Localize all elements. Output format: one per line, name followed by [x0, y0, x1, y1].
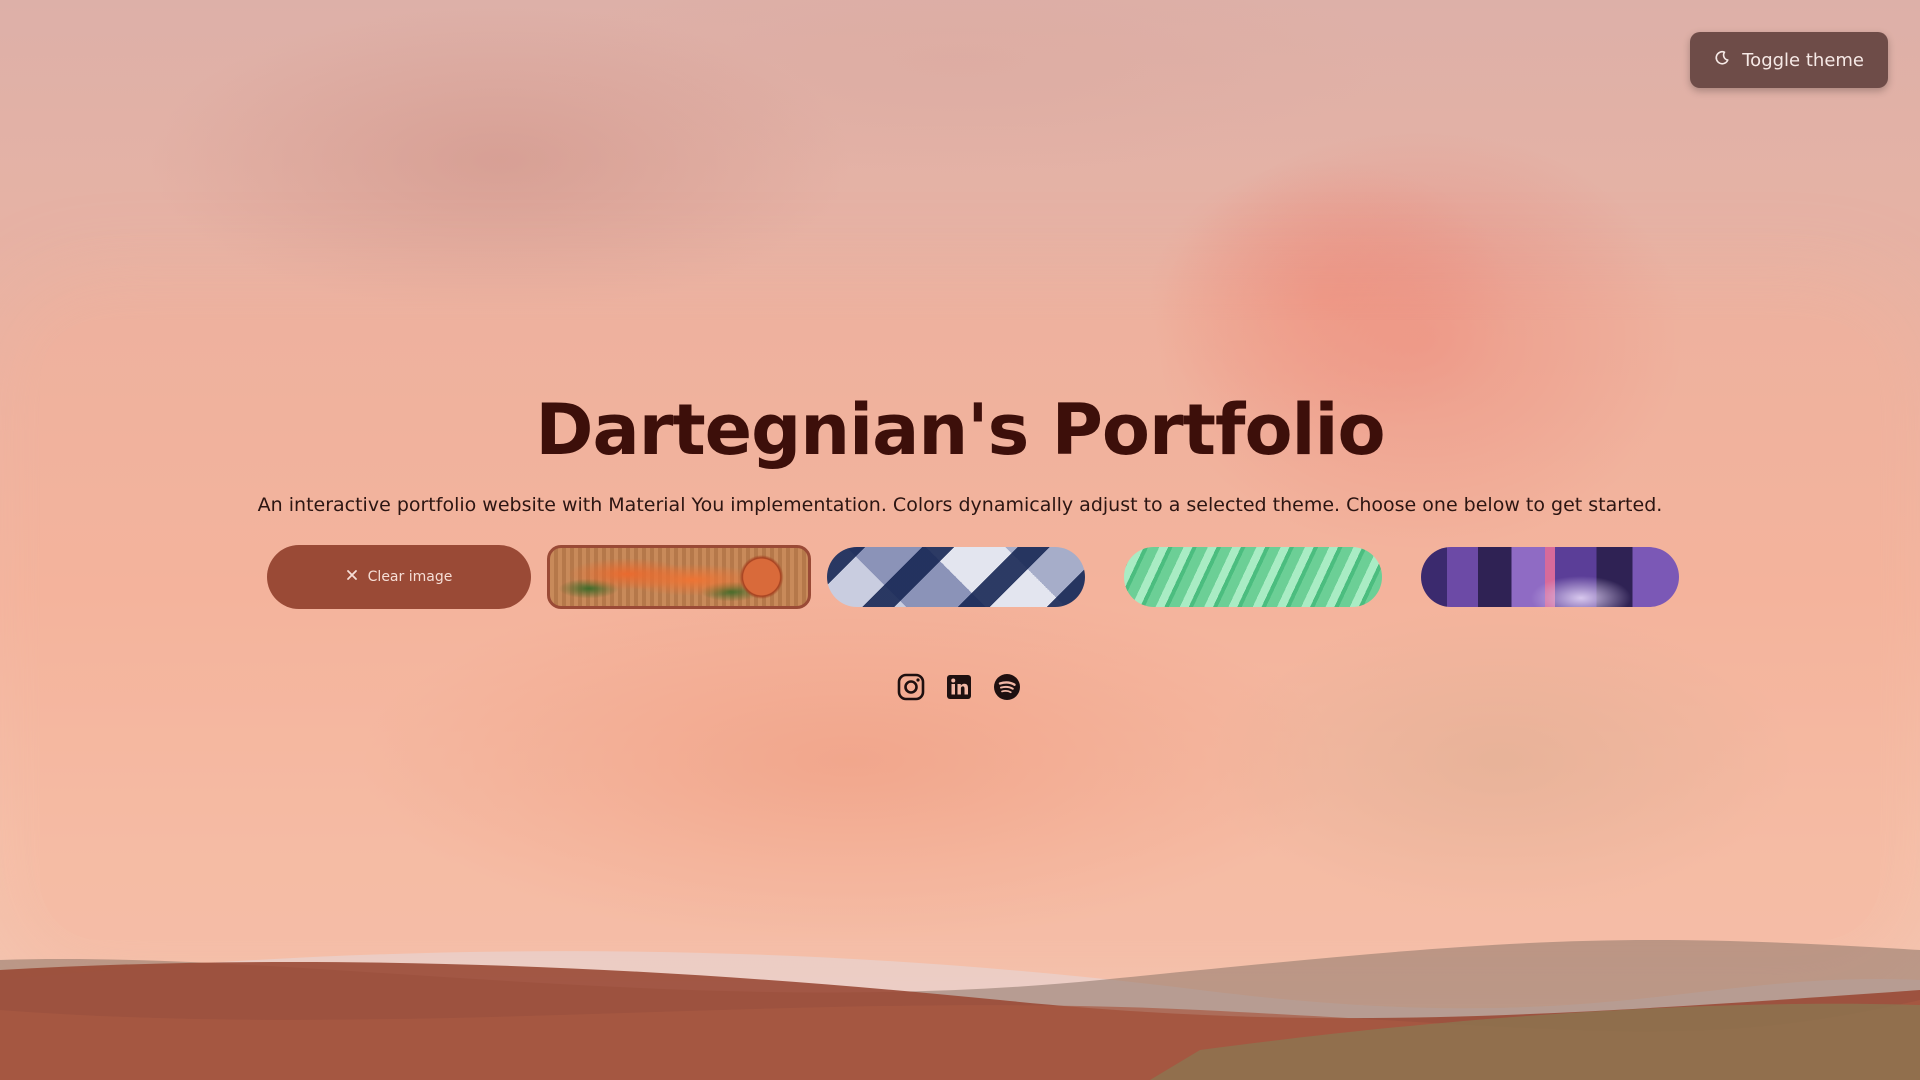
- salmon-food-image[interactable]: [547, 545, 811, 609]
- clear-image-label: Clear image: [367, 569, 453, 585]
- toggle-theme-button[interactable]: Toggle theme: [1690, 32, 1888, 88]
- background-image: [0, 0, 1920, 1080]
- social-links: [896, 672, 1022, 702]
- purple-room-image[interactable]: [1421, 547, 1679, 607]
- linkedin-icon[interactable]: [944, 672, 974, 702]
- spotify-icon[interactable]: [992, 672, 1022, 702]
- moon-icon: [1714, 50, 1730, 71]
- page-title: Dartegnian's Portfolio: [535, 389, 1385, 471]
- decorative-waves: [0, 940, 1920, 1080]
- instagram-icon[interactable]: [896, 672, 926, 702]
- hero-section: Dartegnian's Portfolio An interactive po…: [0, 380, 1920, 516]
- blue-geometric-image[interactable]: [827, 547, 1085, 607]
- close-icon: [346, 569, 358, 585]
- clear-image-button[interactable]: Clear image: [267, 545, 531, 609]
- page-subtitle: An interactive portfolio website with Ma…: [257, 494, 1663, 516]
- green-waves-image[interactable]: [1124, 547, 1382, 607]
- toggle-theme-label: Toggle theme: [1742, 49, 1864, 71]
- theme-picker: Clear image: [267, 545, 1679, 609]
